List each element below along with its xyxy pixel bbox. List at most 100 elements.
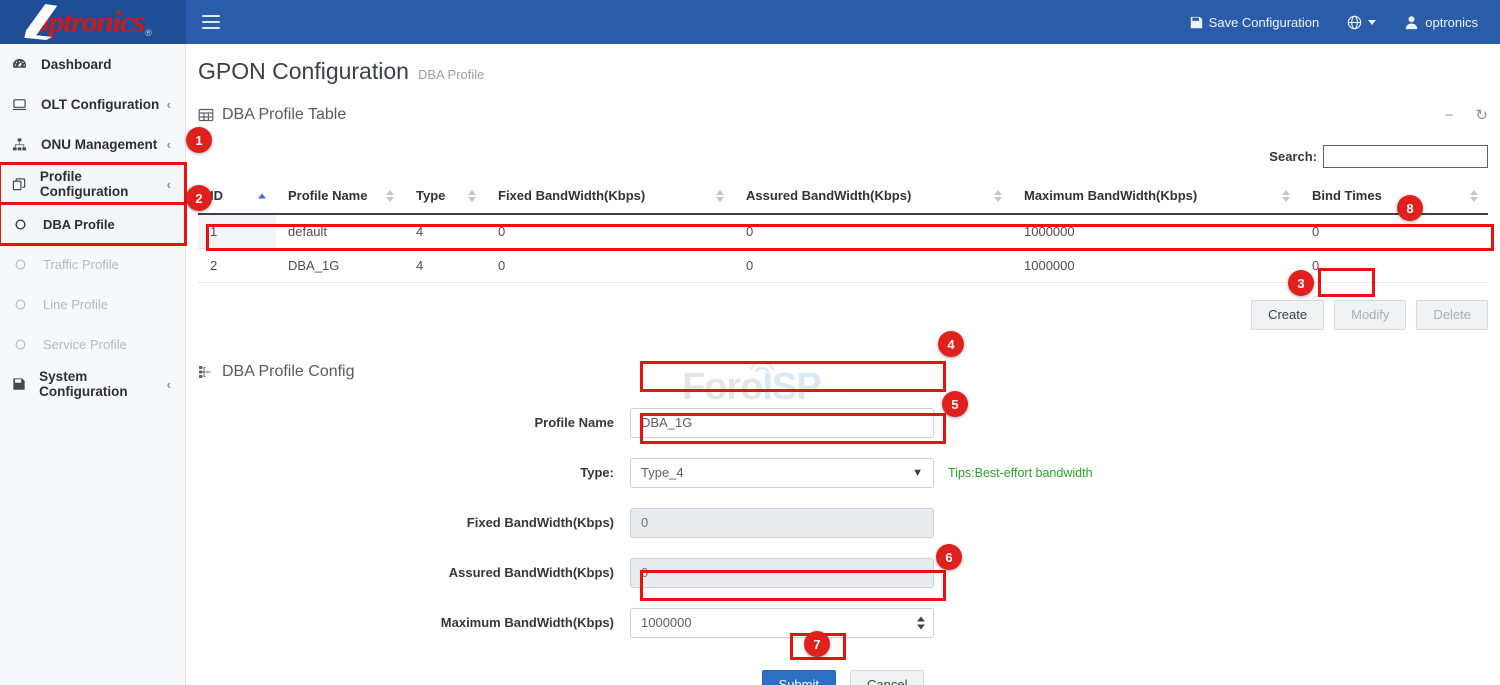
sidebar-chevron: ‹ bbox=[167, 98, 171, 111]
step-badge-1: 1 bbox=[186, 127, 212, 153]
sidebar-item-dba-profile[interactable]: DBA Profile bbox=[0, 204, 185, 244]
cell-type: 4 bbox=[404, 249, 486, 283]
cell-fixed-bandwidth: 0 bbox=[486, 214, 734, 249]
chevron-down-icon bbox=[1368, 20, 1376, 25]
cell-bind-times: 0 bbox=[1300, 214, 1488, 249]
hamburger-menu-icon[interactable] bbox=[202, 11, 224, 33]
sidebar-item-service-profile[interactable]: Service Profile bbox=[0, 324, 185, 364]
column-header-bind-times[interactable]: Bind Times bbox=[1300, 178, 1488, 214]
page-title: GPON Configuration bbox=[198, 58, 409, 85]
label-type: Type: bbox=[198, 465, 630, 480]
column-label: Bind Times bbox=[1312, 188, 1382, 203]
cell-id: 1 bbox=[198, 214, 276, 249]
top-navbar: optronics ® Save Configuration bbox=[0, 0, 1500, 44]
maximum-bandwidth-input[interactable] bbox=[630, 608, 934, 638]
refresh-icon[interactable]: ↻ bbox=[1475, 108, 1488, 123]
sidebar-item-label: OLT Configuration bbox=[41, 97, 159, 112]
submit-button[interactable]: Submit bbox=[762, 670, 836, 685]
column-label: ID bbox=[210, 188, 223, 203]
column-label: Maximum BandWidth(Kbps) bbox=[1024, 188, 1197, 203]
cell-profile-name: DBA_1G bbox=[276, 249, 404, 283]
label-fixed-bandwidth: Fixed BandWidth(Kbps) bbox=[198, 515, 630, 530]
sidebar-item-label: System Configuration bbox=[39, 369, 166, 399]
sitemap-icon bbox=[12, 137, 32, 152]
sort-indicator bbox=[716, 190, 724, 202]
profile-name-input[interactable] bbox=[630, 408, 934, 438]
config-form: Profile Name Type: ▼ Tips:Best-effort ba… bbox=[198, 408, 1488, 685]
column-label: Fixed BandWidth(Kbps) bbox=[498, 188, 645, 203]
sidebar-item-label: Service Profile bbox=[43, 337, 127, 352]
user-avatar-icon bbox=[1404, 15, 1419, 30]
dashboard-icon bbox=[12, 57, 32, 72]
dba-profile-table: ID Profile Name Type Fixed BandWidt bbox=[198, 178, 1488, 283]
cell-assured-bandwidth: 0 bbox=[734, 214, 1012, 249]
save-configuration-button[interactable]: Save Configuration bbox=[1176, 0, 1334, 44]
form-row-fixed-bandwidth: Fixed BandWidth(Kbps) bbox=[198, 508, 1488, 538]
form-row-maximum-bandwidth: Maximum BandWidth(Kbps) bbox=[198, 608, 1488, 638]
modify-button: Modify bbox=[1334, 300, 1406, 330]
table-head: ID Profile Name Type Fixed BandWidt bbox=[198, 178, 1488, 214]
column-header-profile-name[interactable]: Profile Name bbox=[276, 178, 404, 214]
floppy-icon bbox=[12, 377, 30, 391]
cell-id: 2 bbox=[198, 249, 276, 283]
column-header-maximum-bandwidth[interactable]: Maximum BandWidth(Kbps) bbox=[1012, 178, 1300, 214]
form-row-profile-name: Profile Name bbox=[198, 408, 1488, 438]
step-badge-7: 7 bbox=[804, 631, 830, 657]
sidebar-item-label: Dashboard bbox=[41, 57, 112, 72]
globe-icon bbox=[1347, 15, 1362, 30]
search-input[interactable] bbox=[1323, 145, 1488, 168]
step-badge-4: 4 bbox=[938, 331, 964, 357]
circle-icon bbox=[14, 298, 34, 311]
sidebar: Dashboard OLT Configuration ‹ bbox=[0, 44, 186, 685]
form-buttons: Submit Cancel bbox=[198, 670, 1488, 685]
column-label: Assured BandWidth(Kbps) bbox=[746, 188, 911, 203]
create-button[interactable]: Create bbox=[1251, 300, 1324, 330]
page-content: GPON Configuration DBA Profile ForoISP bbox=[186, 44, 1500, 685]
column-header-type[interactable]: Type bbox=[404, 178, 486, 214]
column-header-assured-bandwidth[interactable]: Assured BandWidth(Kbps) bbox=[734, 178, 1012, 214]
config-sitemap-icon bbox=[198, 364, 214, 380]
sidebar-item-onu-management[interactable]: ONU Management ‹ bbox=[0, 124, 185, 164]
step-badge-3: 3 bbox=[1288, 270, 1314, 296]
column-header-fixed-bandwidth[interactable]: Fixed BandWidth(Kbps) bbox=[486, 178, 734, 214]
sidebar-item-label: Profile Configuration bbox=[40, 169, 167, 199]
step-badge-6: 6 bbox=[936, 544, 962, 570]
brand-logo[interactable]: optronics ® bbox=[0, 0, 186, 44]
sidebar-item-line-profile[interactable]: Line Profile bbox=[0, 284, 185, 324]
cancel-button[interactable]: Cancel bbox=[850, 670, 924, 685]
user-menu[interactable]: optronics bbox=[1390, 0, 1500, 44]
form-row-assured-bandwidth: Assured BandWidth(Kbps) bbox=[198, 558, 1488, 588]
column-label: Type bbox=[416, 188, 445, 203]
config-panel-header: DBA Profile Config bbox=[198, 354, 1488, 390]
monitor-icon bbox=[12, 97, 32, 112]
type-select[interactable] bbox=[630, 458, 934, 488]
table-icon bbox=[198, 107, 214, 123]
sidebar-item-traffic-profile[interactable]: Traffic Profile bbox=[0, 244, 185, 284]
sidebar-item-label: ONU Management bbox=[41, 137, 157, 152]
label-maximum-bandwidth: Maximum BandWidth(Kbps) bbox=[198, 615, 630, 630]
sort-indicator bbox=[386, 190, 394, 202]
step-badge-8: 8 bbox=[1397, 195, 1423, 221]
table-row[interactable]: 1 default 4 0 0 1000000 0 bbox=[198, 214, 1488, 249]
sidebar-item-olt-configuration[interactable]: OLT Configuration ‹ bbox=[0, 84, 185, 124]
language-selector[interactable] bbox=[1333, 0, 1390, 44]
sidebar-item-dashboard[interactable]: Dashboard bbox=[0, 44, 185, 84]
floppy-save-icon bbox=[1190, 16, 1203, 29]
sort-indicator bbox=[994, 190, 1002, 202]
sidebar-item-system-configuration[interactable]: System Configuration ‹ bbox=[0, 364, 185, 404]
sort-indicator bbox=[1282, 190, 1290, 202]
sidebar-item-label: DBA Profile bbox=[43, 217, 115, 232]
sidebar-item-profile-configuration[interactable]: Profile Configuration ‹ bbox=[0, 164, 185, 204]
panel-tools: − ↻ bbox=[1445, 108, 1488, 123]
app-root: optronics ® Save Configuration bbox=[0, 0, 1500, 685]
table-header-row: ID Profile Name Type Fixed BandWidt bbox=[198, 178, 1488, 214]
search-label: Search: bbox=[1269, 149, 1317, 164]
sort-indicator bbox=[468, 190, 476, 202]
minimize-icon[interactable]: − bbox=[1445, 108, 1454, 123]
save-configuration-label: Save Configuration bbox=[1209, 15, 1320, 30]
step-badge-5: 5 bbox=[942, 391, 968, 417]
cell-maximum-bandwidth: 1000000 bbox=[1012, 249, 1300, 283]
cell-fixed-bandwidth: 0 bbox=[486, 249, 734, 283]
panel-title: DBA Profile Table bbox=[222, 106, 346, 124]
table-actions: Create Modify Delete bbox=[198, 300, 1488, 330]
